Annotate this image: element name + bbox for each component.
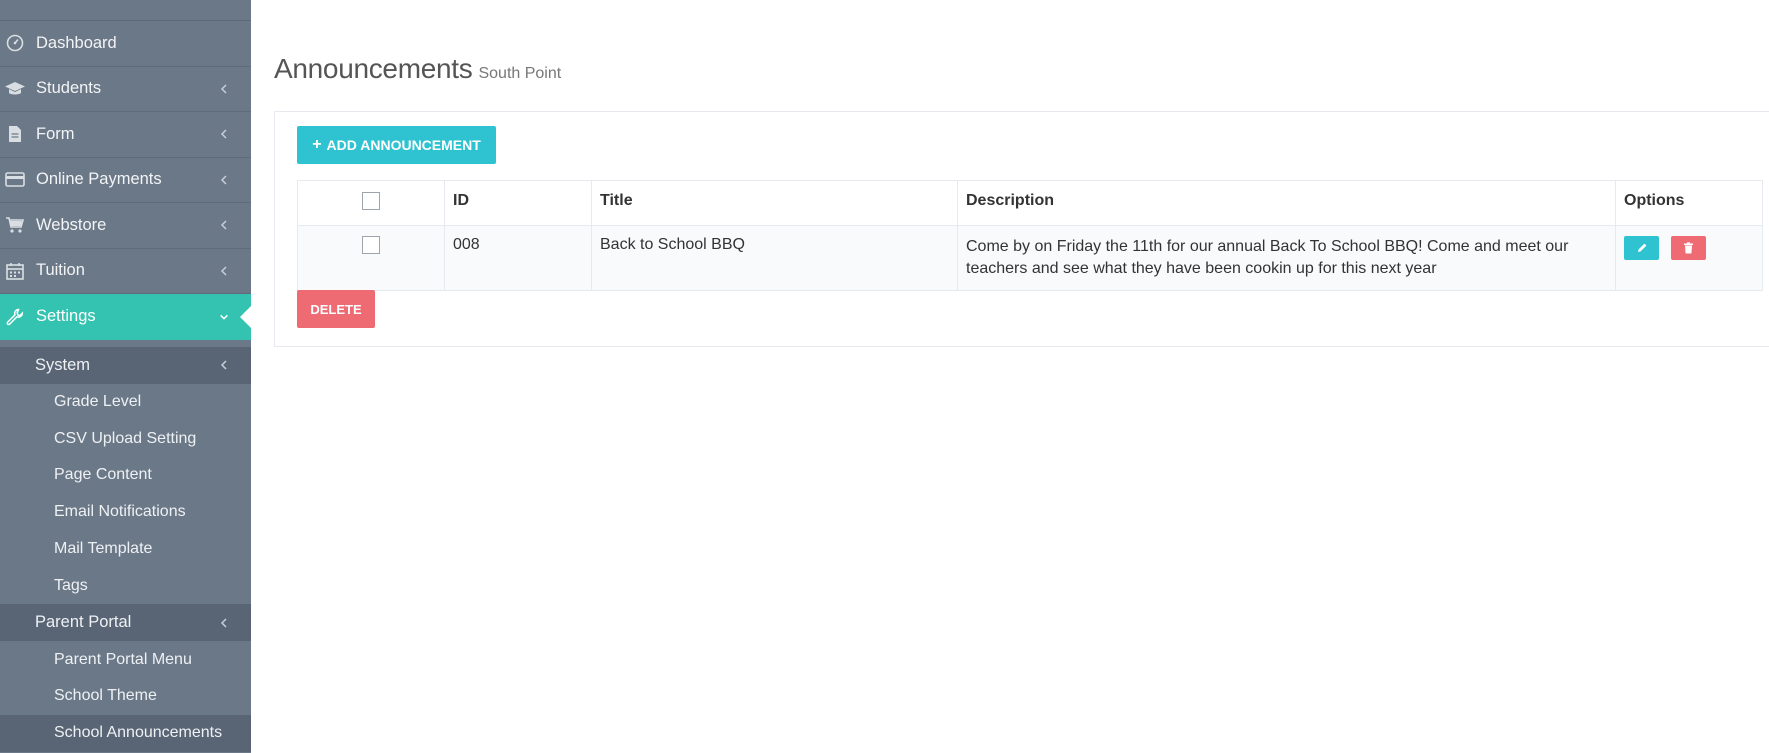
chevron-left-icon (220, 618, 227, 628)
sidebar-subitem-page-content[interactable]: Page Content (0, 457, 251, 494)
graduation-cap-icon (5, 79, 25, 99)
page-title: Announcements (274, 53, 473, 84)
add-announcement-label: ADD ANNOUNCEMENT (326, 137, 481, 153)
delete-button[interactable]: DELETE (297, 290, 375, 328)
announcements-panel: + ADD ANNOUNCEMENT ID Title Description … (274, 111, 1769, 347)
sidebar-item-label: Tuition (36, 261, 85, 280)
row-title: Back to School BBQ (591, 225, 958, 291)
sidebar: Dashboard Students Form Online Payments … (0, 0, 251, 753)
sidebar-subitem-school-theme[interactable]: School Theme (0, 678, 251, 715)
sidebar-group-system[interactable]: System (0, 346, 251, 384)
plus-icon: + (312, 136, 322, 153)
select-all-checkbox[interactable] (362, 192, 380, 210)
sidebar-subitem-csv-upload-setting[interactable]: CSV Upload Setting (0, 420, 251, 457)
page-header: Announcements South Point (274, 53, 561, 85)
edit-button[interactable] (1624, 236, 1659, 260)
sidebar-item-online-payments[interactable]: Online Payments (0, 158, 251, 203)
sidebar-item-label: Webstore (36, 215, 107, 234)
sidebar-subitem-email-notifications[interactable]: Email Notifications (0, 494, 251, 531)
row-select-cell (297, 225, 445, 291)
sidebar-item-students[interactable]: Students (0, 67, 251, 112)
chevron-left-icon (220, 360, 227, 370)
chevron-left-icon (220, 220, 227, 230)
main-content: Announcements South Point + ADD ANNOUNCE… (251, 0, 1769, 753)
sidebar-item-label: Dashboard (36, 33, 117, 52)
add-announcement-button[interactable]: + ADD ANNOUNCEMENT (297, 126, 496, 164)
credit-card-icon (5, 170, 25, 190)
delete-row-button[interactable] (1671, 236, 1707, 260)
announcements-table: ID Title Description Options 008 Back to… (297, 180, 1763, 291)
column-header-description[interactable]: Description (957, 180, 1616, 226)
trash-icon (1684, 242, 1694, 254)
sidebar-item-label: Settings (36, 307, 96, 326)
sidebar-subitem-grade-level[interactable]: Grade Level (0, 384, 251, 421)
chevron-left-icon (220, 175, 227, 185)
sidebar-item-tuition[interactable]: Tuition (0, 249, 251, 294)
sidebar-item-label: Form (36, 124, 75, 143)
sidebar-item-label: Students (36, 79, 102, 98)
row-description: Come by on Friday the 11th for our annua… (957, 225, 1616, 291)
column-header-title[interactable]: Title (591, 180, 958, 226)
chevron-down-icon (220, 314, 228, 320)
column-header-options: Options (1615, 180, 1763, 226)
calendar-icon (5, 261, 25, 281)
sidebar-group-parent-portal[interactable]: Parent Portal (0, 604, 251, 642)
sidebar-group-label: Parent Portal (35, 613, 132, 632)
chevron-left-icon (220, 84, 227, 94)
page-subtitle: South Point (478, 65, 562, 82)
sidebar-item-label: Online Payments (36, 170, 162, 189)
sidebar-top-divider (0, 0, 251, 21)
sidebar-subitem-parent-portal-menu[interactable]: Parent Portal Menu (0, 641, 251, 678)
chevron-left-icon (220, 129, 227, 139)
wrench-icon (5, 307, 25, 327)
sidebar-subitem-school-announcements[interactable]: School Announcements (0, 714, 251, 752)
dashboard-icon (5, 33, 25, 53)
sidebar-item-settings[interactable]: Settings (0, 294, 251, 340)
cart-icon (5, 215, 25, 235)
document-icon (5, 124, 25, 144)
sidebar-item-webstore[interactable]: Webstore (0, 203, 251, 249)
pencil-icon (1637, 243, 1646, 252)
sidebar-subitem-mail-template[interactable]: Mail Template (0, 531, 251, 568)
row-id: 008 (444, 225, 592, 291)
sidebar-subitem-tags[interactable]: Tags (0, 567, 251, 604)
table-header-row: ID Title Description Options (297, 180, 1763, 226)
sidebar-item-form[interactable]: Form (0, 112, 251, 158)
sidebar-group-label: System (35, 355, 91, 374)
row-checkbox[interactable] (362, 236, 380, 254)
column-header-id[interactable]: ID (444, 180, 592, 226)
chevron-left-icon (220, 266, 227, 276)
table-row: 008 Back to School BBQ Come by on Friday… (297, 225, 1763, 291)
sidebar-item-dashboard[interactable]: Dashboard (0, 21, 251, 67)
row-options (1615, 225, 1763, 291)
select-all-header (297, 180, 445, 226)
